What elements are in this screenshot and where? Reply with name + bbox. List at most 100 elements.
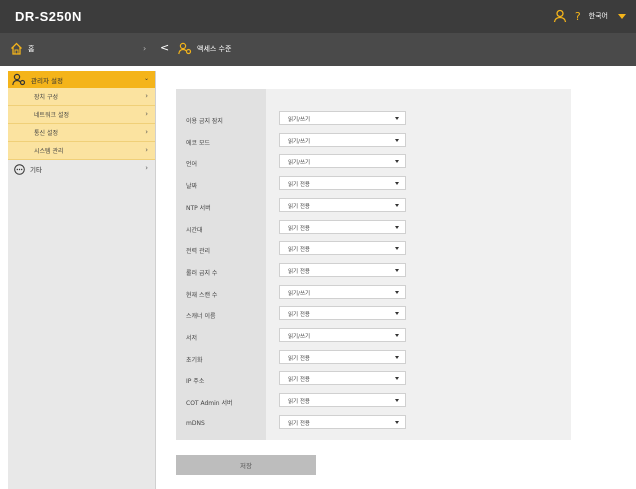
- sidebar-item-other[interactable]: 기타 ›: [8, 160, 155, 178]
- form-row: IP 주소 읽기 전용: [176, 369, 571, 391]
- select-value: 읽기/쓰기: [288, 117, 311, 123]
- select-value: 읽기 전용: [288, 377, 310, 384]
- dropdown-arrow-icon: [395, 334, 399, 337]
- dropdown-arrow-icon: [395, 355, 399, 359]
- select-value: 읽기 전용: [288, 182, 310, 189]
- sidebar-item-system-management[interactable]: 시스템 관리 ›: [8, 142, 155, 160]
- dropdown-arrow-icon: [395, 247, 399, 251]
- dropdown-arrow-icon: [395, 290, 399, 294]
- field-label: 현재 스캔 수: [186, 291, 218, 299]
- field-label: 이용 금지 잠지: [186, 118, 223, 125]
- sidebar-item-label: 네트워크 설정: [34, 112, 70, 119]
- user-icon[interactable]: [553, 9, 567, 23]
- form-row: 에코 모드 읽기/쓰기: [176, 131, 571, 153]
- language-selector[interactable]: 한국어: [589, 11, 608, 21]
- sidebar: 관리자 설정 ⌄ 장치 구성 › 네트워크 설정 › 통신 설정 › 시스템 관…: [8, 71, 156, 489]
- select-value: 읽기 전용: [288, 247, 310, 254]
- select-value: 읽기/쓰기: [288, 290, 311, 297]
- access-level-select[interactable]: 읽기 전용: [279, 393, 406, 408]
- field-label: NTP 서버: [186, 204, 211, 212]
- save-button-label: 저장: [240, 462, 252, 470]
- field-label: 롤러 급지 수: [186, 269, 218, 277]
- select-value: 읽기 전용: [288, 225, 310, 232]
- field-label: IP 주소: [186, 378, 205, 386]
- dropdown-arrow-icon: [395, 117, 399, 120]
- form-row: 서저 읽기/쓰기: [176, 326, 571, 348]
- language-dropdown-icon[interactable]: [618, 13, 626, 19]
- form-row: 전력 관리 읽기 전용: [176, 239, 571, 261]
- back-icon[interactable]: <: [160, 41, 169, 54]
- brand-title: DR-S250N: [15, 9, 82, 24]
- sidebar-item-label: 시스템 관리: [34, 148, 64, 155]
- field-label: 전력 관리: [186, 248, 210, 256]
- home-link[interactable]: 홈: [10, 42, 34, 55]
- access-level-select[interactable]: 읽기 전용: [279, 349, 406, 364]
- chevron-right-icon: ›: [145, 92, 148, 100]
- dropdown-arrow-icon: [395, 420, 399, 424]
- dropdown-arrow-icon: [395, 203, 399, 207]
- form-row: 스캐너 이름 읽기 전용: [176, 304, 571, 326]
- chevron-down-icon: ⌄: [143, 75, 149, 82]
- access-level-select[interactable]: 읽기/쓰기: [279, 111, 406, 125]
- access-level-select[interactable]: 읽기/쓰기: [279, 154, 406, 169]
- sidebar-item-label: 통신 설정: [34, 130, 58, 137]
- access-level-select[interactable]: 읽기/쓰기: [279, 132, 406, 147]
- form-row: 롤러 급지 수 읽기 전용: [176, 261, 571, 283]
- breadcrumb: 액세스 수준: [178, 42, 231, 55]
- dropdown-arrow-icon: [395, 399, 399, 403]
- field-label: 스캐너 이름: [186, 313, 216, 321]
- chevron-right-icon: ›: [145, 128, 148, 136]
- select-value: 읽기/쓰기: [288, 138, 311, 145]
- form-row: NTP 서버 읽기 전용: [176, 196, 571, 218]
- form-row: 언어 읽기/쓰기: [176, 152, 571, 174]
- access-level-select[interactable]: 읽기 전용: [279, 371, 406, 386]
- sidebar-item-device-config[interactable]: 장치 구성 ›: [8, 88, 155, 106]
- more-icon: [14, 163, 25, 175]
- form-row: COT Admin 서버 읽기 전용: [176, 391, 571, 413]
- dropdown-arrow-icon: [395, 182, 399, 186]
- admin-settings-icon: [178, 42, 192, 55]
- access-level-select[interactable]: 읽기 전용: [279, 306, 406, 321]
- dropdown-arrow-icon: [395, 138, 399, 142]
- dropdown-arrow-icon: [395, 377, 399, 381]
- sidebar-item-label: 기타: [30, 166, 42, 174]
- field-label: 언어: [186, 161, 198, 169]
- dropdown-arrow-icon: [395, 160, 399, 164]
- access-level-select[interactable]: 읽기 전용: [279, 219, 406, 234]
- top-header: DR-S250N ? 한국어: [0, 0, 636, 33]
- sub-header: 홈 › < 액세스 수준: [0, 33, 636, 66]
- select-value: 읽기/쓰기: [288, 334, 311, 340]
- field-label: COT Admin 서버: [186, 400, 233, 408]
- help-icon[interactable]: ?: [575, 10, 581, 23]
- header-actions: ? 한국어: [553, 9, 626, 23]
- dropdown-arrow-icon: [395, 225, 399, 229]
- form-row: 날짜 읽기 전용: [176, 174, 571, 196]
- select-value: 읽기 전용: [288, 420, 310, 427]
- field-label: mDNS: [186, 419, 205, 427]
- access-level-select[interactable]: 읽기/쓰기: [279, 284, 406, 299]
- field-label: 서저: [186, 335, 198, 342]
- access-level-select[interactable]: 읽기/쓰기: [279, 328, 406, 342]
- field-label: 시간대: [186, 226, 203, 234]
- form-row: 현재 스캔 수 읽기/쓰기: [176, 283, 571, 305]
- save-button[interactable]: 저장: [176, 455, 316, 475]
- access-level-select[interactable]: 읽기 전용: [279, 414, 406, 429]
- access-level-select[interactable]: 읽기 전용: [279, 241, 406, 256]
- home-label: 홈: [28, 44, 35, 53]
- access-level-select[interactable]: 읽기 전용: [279, 197, 406, 212]
- form-row: 시간대 읽기 전용: [176, 218, 571, 240]
- admin-settings-icon: [12, 73, 26, 86]
- chevron-right-icon: ›: [143, 44, 147, 53]
- access-level-select[interactable]: 읽기 전용: [279, 262, 406, 277]
- field-label: 초기화: [186, 356, 203, 364]
- sidebar-item-admin-settings[interactable]: 관리자 설정 ⌄: [8, 71, 155, 88]
- form-row: 초기화 읽기 전용: [176, 348, 571, 370]
- access-level-select[interactable]: 읽기 전용: [279, 176, 406, 191]
- sidebar-item-communication-settings[interactable]: 통신 설정 ›: [8, 124, 155, 142]
- select-value: 읽기/쓰기: [288, 160, 311, 167]
- sidebar-item-network-settings[interactable]: 네트워크 설정 ›: [8, 106, 155, 124]
- select-value: 읽기 전용: [288, 203, 310, 210]
- select-value: 읽기 전용: [288, 268, 310, 275]
- dropdown-arrow-icon: [395, 268, 399, 272]
- sidebar-item-label: 관리자 설정: [31, 76, 63, 85]
